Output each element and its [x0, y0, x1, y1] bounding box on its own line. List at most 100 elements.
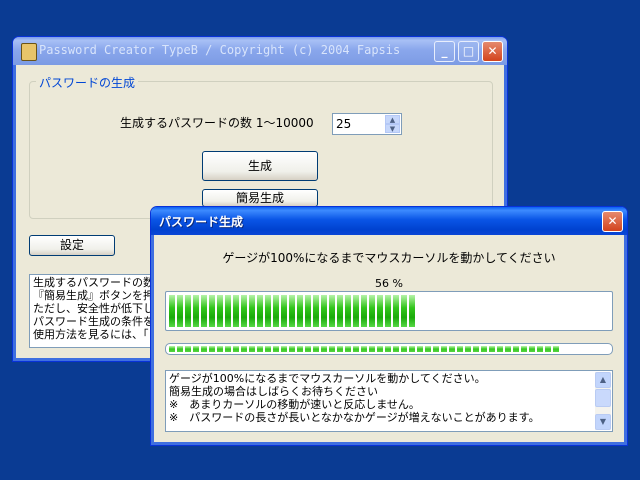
gauge-segment	[289, 295, 295, 327]
gauge-segment	[329, 295, 335, 327]
gauge-segment	[361, 295, 367, 327]
progress-dot	[193, 346, 199, 352]
progress-dot	[337, 346, 343, 352]
count-value[interactable]: 25	[336, 117, 351, 131]
dialog-title: パスワード生成	[159, 215, 244, 229]
gauge-segment	[273, 295, 279, 327]
gauge-segment	[249, 295, 255, 327]
app-icon	[21, 43, 37, 61]
main-window-title: Password Creator TypeB / Copyright (c) 2…	[39, 43, 401, 57]
gauge-segment	[233, 295, 239, 327]
spin-down-icon[interactable]: ▼	[385, 124, 400, 133]
maximize-button[interactable]: □	[458, 41, 479, 62]
gauge-segment	[393, 295, 399, 327]
gauge-segment	[281, 295, 287, 327]
simple-generate-button[interactable]: 簡易生成	[202, 189, 318, 207]
progress-dot	[297, 346, 303, 352]
progress-dot	[377, 346, 383, 352]
progress-dot	[217, 346, 223, 352]
progress-dot	[545, 346, 551, 352]
progress-dot	[465, 346, 471, 352]
progress-dot	[489, 346, 495, 352]
dialog-instruction: ゲージが100%になるまでマウスカーソルを動かしてください	[222, 251, 556, 265]
progress-dot	[361, 346, 367, 352]
progress-dot	[409, 346, 415, 352]
generate-button[interactable]: 生成	[202, 151, 318, 181]
info-line: ※ あまりカーソルの移動が速いと反応しません。	[169, 398, 420, 411]
progress-dot	[369, 346, 375, 352]
progress-dot	[505, 346, 511, 352]
gauge-segment	[177, 295, 183, 327]
info-text-area[interactable]: ゲージが100%になるまでマウスカーソルを動かしてください。 簡易生成の場合はし…	[165, 370, 613, 432]
gauge-segment	[377, 295, 383, 327]
gauge-segment	[305, 295, 311, 327]
progress-dot	[457, 346, 463, 352]
progress-dot	[185, 346, 191, 352]
gauge-segment	[409, 295, 415, 327]
progress-dot	[329, 346, 335, 352]
progress-dot	[265, 346, 271, 352]
gauge-segment	[265, 295, 271, 327]
group-label: パスワードの生成	[36, 74, 139, 91]
spin-up-icon[interactable]: ▲	[385, 115, 400, 124]
gauge-segment	[185, 295, 191, 327]
info-scrollbar[interactable]: ▲ ▼	[595, 372, 611, 430]
progress-dot	[241, 346, 247, 352]
progress-dot	[273, 346, 279, 352]
generation-dialog: パスワード生成 ✕ ゲージが100%になるまでマウスカーソルを動かしてください …	[150, 206, 628, 446]
progress-dot	[289, 346, 295, 352]
info-line: ※ パスワードの長さが長いとなかなかゲージが増えないことがあります。	[169, 411, 540, 424]
info-line: ゲージが100%になるまでマウスカーソルを動かしてください。	[169, 372, 486, 385]
gauge-segment	[193, 295, 199, 327]
scroll-thumb[interactable]	[595, 389, 611, 407]
progress-dot	[313, 346, 319, 352]
progress-dot	[169, 346, 175, 352]
scroll-down-icon[interactable]: ▼	[595, 414, 611, 430]
minimize-button[interactable]: _	[434, 41, 455, 62]
progress-dot	[529, 346, 535, 352]
progress-dot	[417, 346, 423, 352]
settings-button[interactable]: 設定	[29, 235, 115, 256]
mouse-gauge	[165, 291, 613, 331]
scroll-up-icon[interactable]: ▲	[595, 372, 611, 388]
dialog-titlebar[interactable]: パスワード生成 ✕	[151, 207, 627, 235]
progress-dot	[345, 346, 351, 352]
progress-dot	[481, 346, 487, 352]
gauge-segment	[241, 295, 247, 327]
gauge-segment	[321, 295, 327, 327]
progress-dot	[553, 346, 559, 352]
simple-generate-button-label: 簡易生成	[235, 191, 284, 205]
gauge-segment	[353, 295, 359, 327]
gauge-segment	[257, 295, 263, 327]
progress-dot	[233, 346, 239, 352]
progress-dot	[401, 346, 407, 352]
progress-dot	[537, 346, 543, 352]
progress-dot	[321, 346, 327, 352]
gauge-segment	[369, 295, 375, 327]
progress-dot	[249, 346, 255, 352]
progress-percent: 56 %	[375, 277, 403, 290]
password-generation-group: パスワードの生成 生成するパスワードの数 1～10000 25 ▲ ▼ 生成 簡…	[29, 74, 493, 219]
secondary-progress-fill	[169, 346, 559, 352]
main-titlebar[interactable]: Password Creator TypeB / Copyright (c) 2…	[13, 37, 507, 65]
gauge-segment	[201, 295, 207, 327]
progress-dot	[425, 346, 431, 352]
gauge-segment	[313, 295, 319, 327]
progress-dot	[441, 346, 447, 352]
dialog-close-button[interactable]: ✕	[602, 211, 623, 232]
progress-dot	[209, 346, 215, 352]
close-button[interactable]: ✕	[482, 41, 503, 62]
gauge-segment	[225, 295, 231, 327]
progress-dot	[497, 346, 503, 352]
progress-dot	[177, 346, 183, 352]
progress-dot	[521, 346, 527, 352]
progress-dot	[225, 346, 231, 352]
progress-dot	[513, 346, 519, 352]
progress-dot	[281, 346, 287, 352]
gauge-segment	[217, 295, 223, 327]
progress-dot	[201, 346, 207, 352]
count-label: 生成するパスワードの数 1～10000	[120, 116, 314, 130]
progress-dot	[473, 346, 479, 352]
progress-dot	[353, 346, 359, 352]
count-spinner[interactable]: 25 ▲ ▼	[332, 113, 402, 135]
